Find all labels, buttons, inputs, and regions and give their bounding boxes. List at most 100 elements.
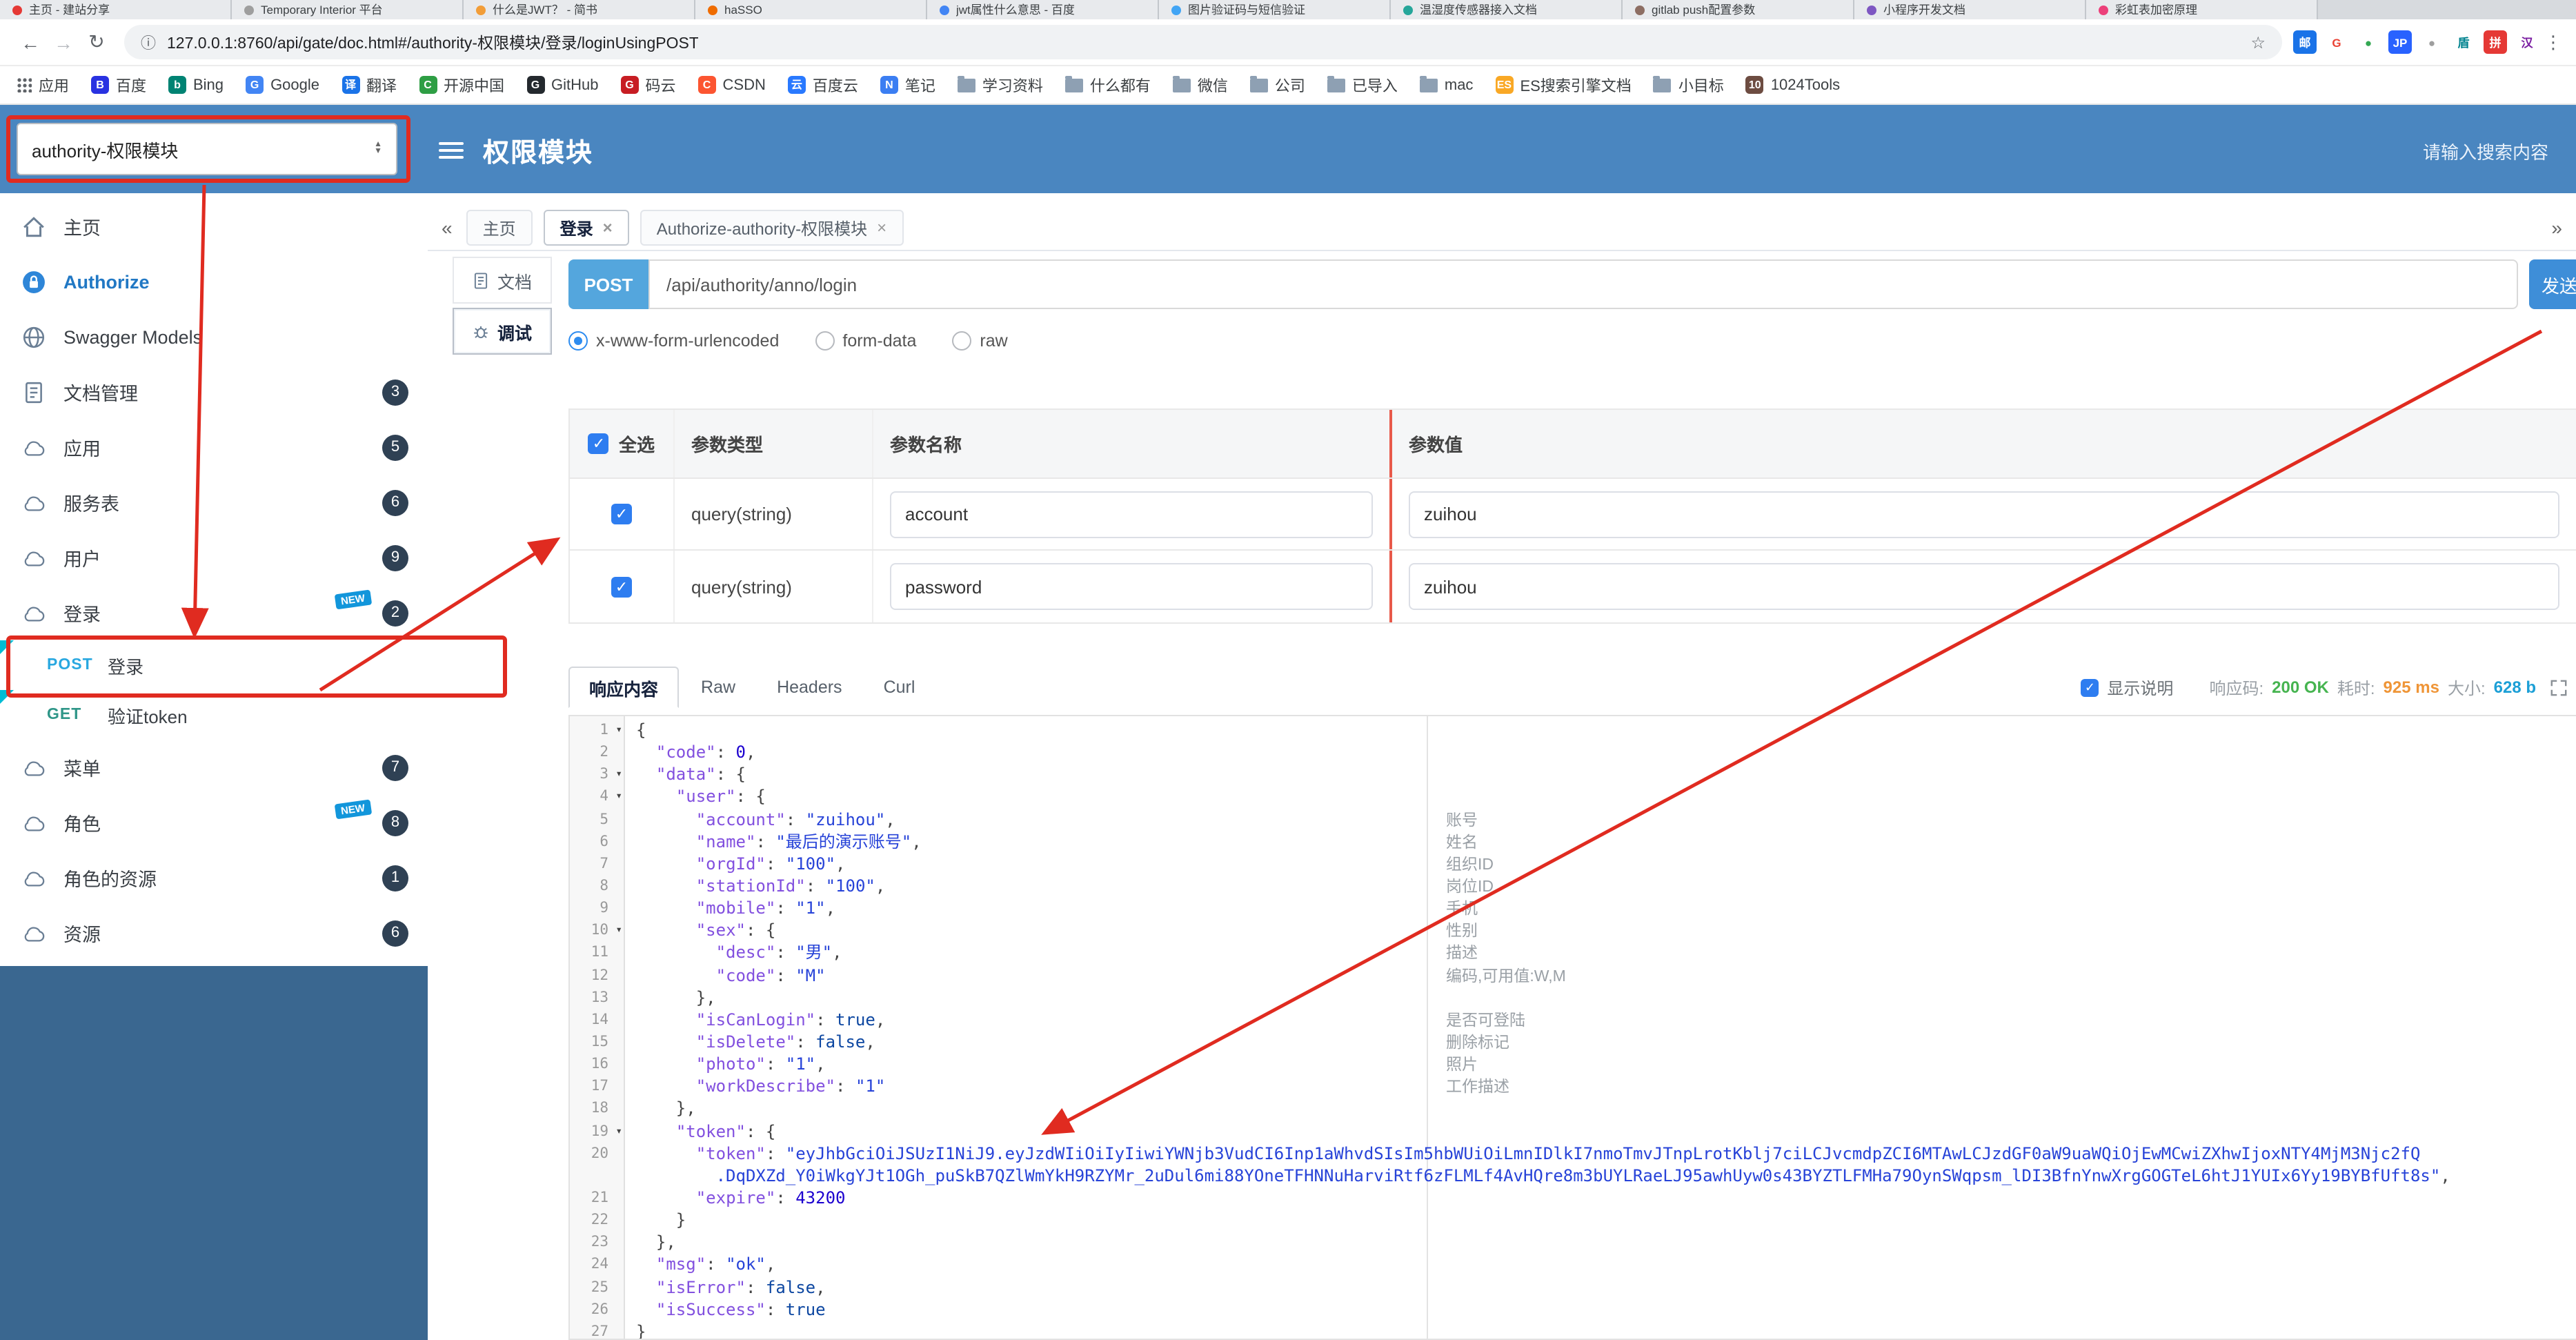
doc-tab[interactable]: 主页: [466, 210, 533, 246]
browser-tab[interactable]: 小程序开发文档: [1854, 0, 2086, 19]
fold-caret-icon[interactable]: ▾: [615, 920, 622, 942]
bookmark-item[interactable]: 微信: [1172, 74, 1228, 96]
close-icon[interactable]: ×: [603, 218, 613, 237]
back-icon[interactable]: ←: [14, 31, 47, 53]
browser-tab[interactable]: 主页 - 建站分享: [0, 0, 232, 19]
param-name-input[interactable]: [890, 563, 1373, 610]
sidebar-item[interactable]: Authorize: [0, 254, 428, 309]
sidebar-item[interactable]: 用户 9: [0, 530, 428, 585]
extension-icon[interactable]: 汉: [2515, 30, 2539, 54]
sidebar-item[interactable]: 应用 5: [0, 420, 428, 475]
extension-icon[interactable]: ●: [2420, 30, 2444, 54]
sidebar-item[interactable]: Swagger Models: [0, 309, 428, 364]
bookmark-item[interactable]: 10 1024Tools: [1745, 76, 1840, 94]
sidebar-item[interactable]: 角色的资源 1: [0, 850, 428, 905]
code-text: "token": "eyJhbGciOiJSUzI1NiJ9.eyJzdWIiO…: [695, 1143, 2421, 1163]
browser-tab[interactable]: Temporary Interior 平台: [232, 0, 464, 19]
send-button[interactable]: 发送: [2529, 259, 2576, 309]
response-tab[interactable]: 响应内容: [568, 667, 680, 708]
browser-tab[interactable]: jwt属性什么意思 - 百度: [927, 0, 1159, 19]
line-number: 7: [600, 855, 608, 872]
close-icon[interactable]: ×: [877, 218, 886, 237]
bookmark-item[interactable]: b Bing: [168, 76, 224, 94]
project-select[interactable]: authority-权限模块 ▲ ▼: [17, 123, 397, 175]
doc-tab[interactable]: 登录 ×: [543, 210, 629, 246]
param-value-input[interactable]: [1409, 563, 2559, 610]
extension-icon[interactable]: ●: [2357, 30, 2380, 54]
select-all-checkbox[interactable]: ✓: [588, 433, 609, 454]
row-checkbox[interactable]: ✓: [611, 504, 632, 524]
sidebar-item[interactable]: 菜单 7: [0, 740, 428, 795]
sidebar-item[interactable]: 登录 NEW 2: [0, 585, 428, 640]
content-type-radio[interactable]: x-www-form-urlencoded: [568, 331, 779, 351]
browser-menu-icon[interactable]: ⋮: [2544, 31, 2562, 53]
bookmark-item[interactable]: G 码云: [620, 74, 676, 96]
extension-icon[interactable]: 拼: [2484, 30, 2507, 54]
code-line: 19 ▾ "token": {: [570, 1120, 2576, 1142]
browser-tab[interactable]: 什么是JWT？ - 简书: [464, 0, 695, 19]
sidebar-item[interactable]: 服务表 6: [0, 475, 428, 530]
bookmark-item[interactable]: B 百度: [91, 74, 146, 96]
sidebar-item[interactable]: 文档管理 3: [0, 364, 428, 420]
scroll-right-icon[interactable]: »: [2551, 217, 2562, 239]
fold-caret-icon[interactable]: ▾: [615, 764, 622, 786]
bookmark-item[interactable]: 应用: [17, 74, 69, 96]
content-type-radio[interactable]: raw: [952, 331, 1008, 351]
reload-icon[interactable]: ↻: [80, 30, 113, 54]
browser-tab[interactable]: 图片验证码与短信验证: [1159, 0, 1391, 19]
forward-icon[interactable]: →: [47, 31, 80, 53]
fold-caret-icon[interactable]: ▾: [615, 719, 622, 741]
bookmark-item[interactable]: 小目标: [1653, 74, 1724, 96]
bookmark-item[interactable]: mac: [1419, 75, 1473, 93]
browser-tab[interactable]: haSSO: [695, 0, 927, 19]
bookmark-item[interactable]: 什么都有: [1064, 74, 1151, 96]
site-info-icon[interactable]: ⓘ: [141, 31, 156, 53]
bookmark-item[interactable]: 公司: [1249, 74, 1305, 96]
bookmark-item[interactable]: 学习资料: [957, 74, 1043, 96]
bookmark-item[interactable]: G Google: [246, 76, 319, 94]
sidebar-item[interactable]: 角色 NEW 8: [0, 795, 428, 850]
bookmark-item[interactable]: C CSDN: [697, 76, 766, 94]
param-value-input[interactable]: [1409, 491, 2559, 538]
sidebar-endpoint-post[interactable]: POST 登录: [0, 640, 428, 690]
response-tab[interactable]: Raw: [682, 667, 755, 708]
scroll-left-icon[interactable]: «: [442, 217, 453, 239]
tab-favicon: [476, 5, 486, 14]
fold-caret-icon[interactable]: ▾: [615, 1120, 622, 1142]
panel-tab-doc[interactable]: 文档: [453, 257, 552, 304]
param-name-input[interactable]: [890, 491, 1373, 538]
doc-tab[interactable]: Authorize-authority-权限模块 ×: [640, 210, 904, 246]
bookmark-item[interactable]: N 笔记: [880, 74, 935, 96]
response-tab[interactable]: Curl: [864, 667, 935, 708]
bookmark-item[interactable]: G GitHub: [526, 76, 599, 94]
extension-icon[interactable]: 邮: [2293, 30, 2317, 54]
browser-tab[interactable]: 彩虹表加密原理: [2086, 0, 2318, 19]
bookmark-star-icon[interactable]: ☆: [2250, 32, 2266, 52]
response-tab[interactable]: Headers: [757, 667, 862, 708]
expand-icon[interactable]: [2550, 678, 2568, 696]
header-search-input[interactable]: 请输入搜索内容: [2423, 138, 2548, 164]
sidebar-item-label: 应用: [63, 439, 101, 460]
fold-caret-icon[interactable]: ▾: [615, 786, 622, 808]
content-type-radio[interactable]: form-data: [815, 331, 916, 351]
bookmark-item[interactable]: 云百度云: [787, 74, 858, 96]
extension-icon[interactable]: G: [2325, 30, 2348, 54]
address-bar[interactable]: ⓘ 127.0.0.1:8760/api/gate/doc.html#/auth…: [124, 25, 2282, 59]
row-checkbox[interactable]: ✓: [611, 576, 632, 597]
sidebar-item[interactable]: 主页: [0, 199, 428, 254]
extension-icon[interactable]: 盾: [2452, 30, 2475, 54]
bookmark-item[interactable]: 译翻译: [341, 74, 397, 96]
url-text[interactable]: 127.0.0.1:8760/api/gate/doc.html#/author…: [167, 31, 699, 53]
bookmark-item[interactable]: 已导入: [1327, 74, 1398, 96]
bookmark-item[interactable]: ES ES搜索引擎文档: [1495, 74, 1632, 96]
panel-tab-debug[interactable]: 调试: [453, 308, 552, 355]
hamburger-icon[interactable]: [439, 138, 464, 163]
bookmark-item[interactable]: C 开源中国: [419, 74, 504, 96]
browser-tab[interactable]: gitlab push配置参数: [1623, 0, 1854, 19]
sidebar-item[interactable]: 资源 6: [0, 905, 428, 960]
extension-icon[interactable]: JP: [2388, 30, 2412, 54]
show-description-checkbox[interactable]: ✓: [2081, 678, 2099, 696]
endpoint-url-input[interactable]: [648, 259, 2518, 309]
browser-tab[interactable]: 温湿度传感器接入文档: [1391, 0, 1623, 19]
sidebar-endpoint-get[interactable]: GET 验证token: [0, 690, 428, 740]
